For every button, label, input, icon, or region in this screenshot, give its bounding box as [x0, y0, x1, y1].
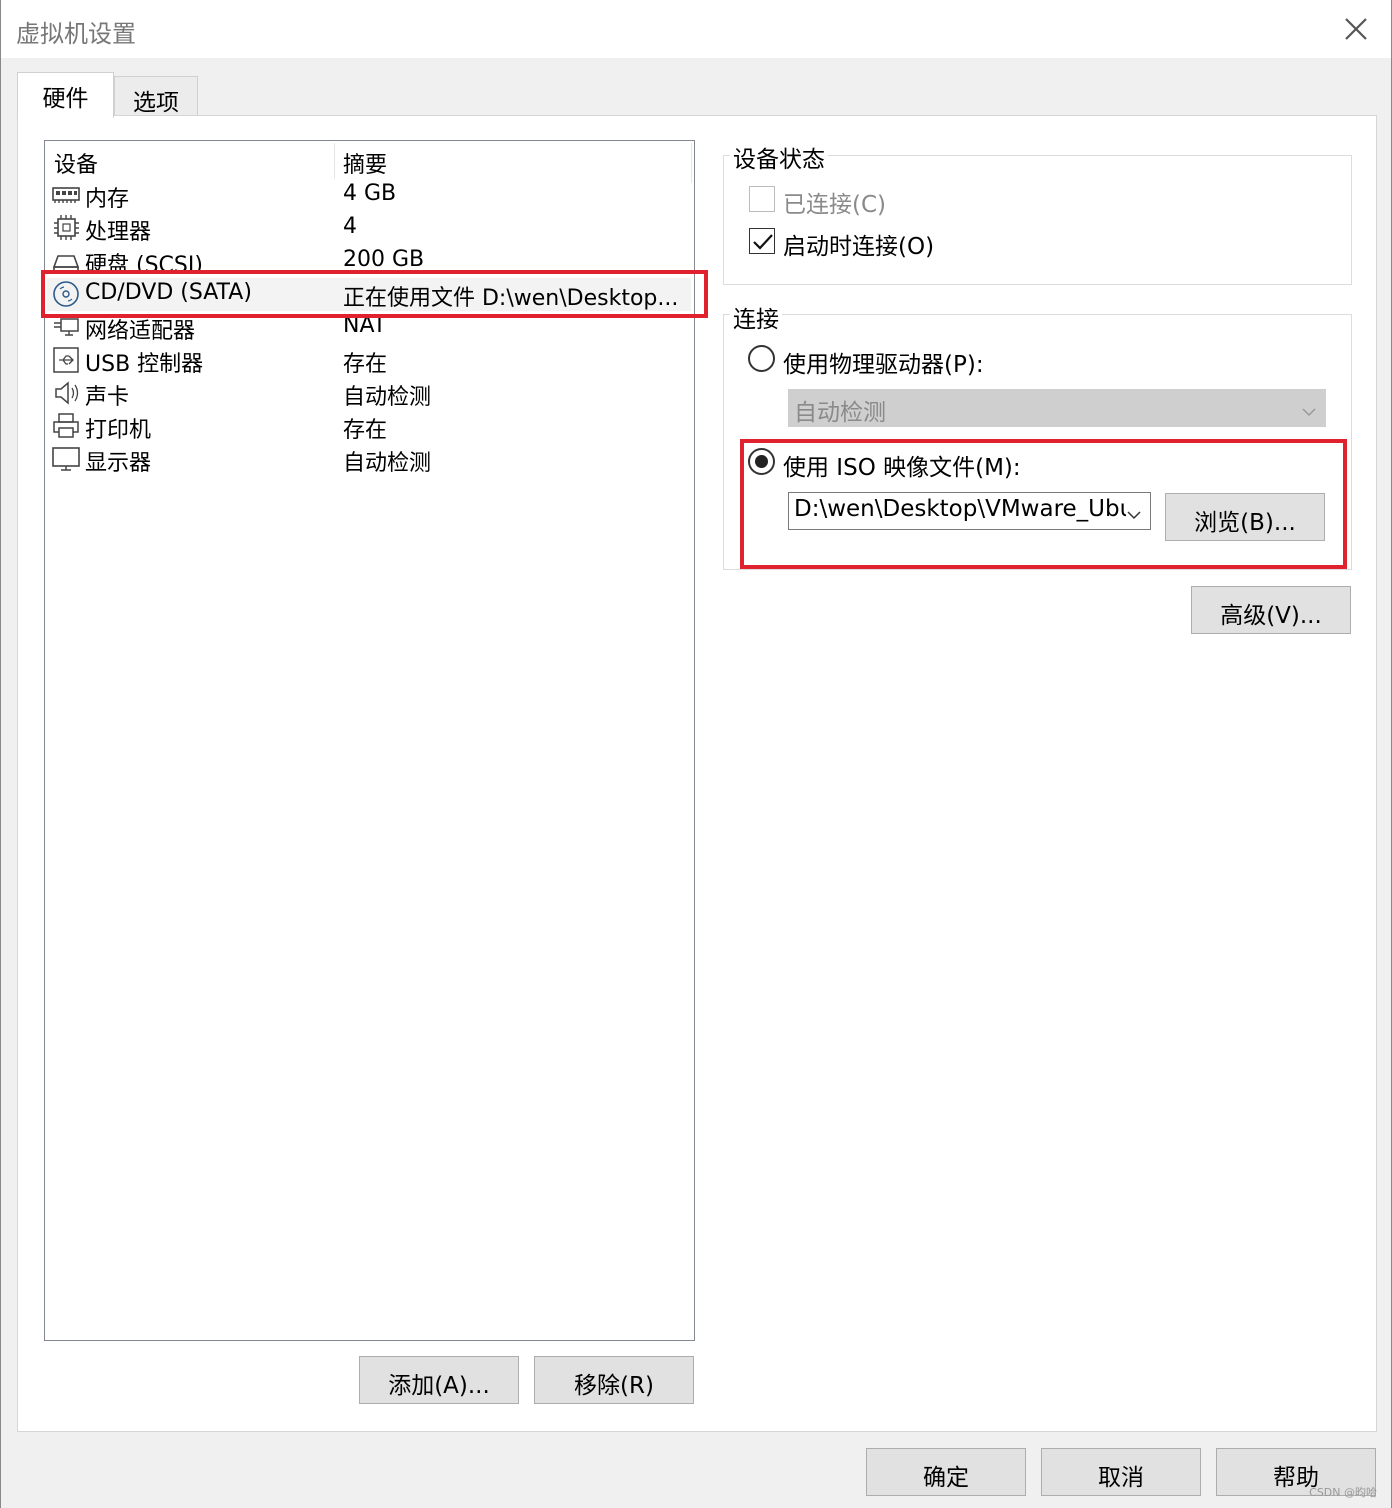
connect-at-power-on-checkbox[interactable]	[749, 228, 775, 254]
device-name: 硬盘 (SCSI)	[85, 253, 203, 273]
display-icon	[51, 445, 81, 473]
device-row-cd-dvd[interactable]: CD/DVD (SATA) 正在使用文件 D:\wen\Desktop...	[47, 278, 691, 311]
device-name: 声卡	[85, 385, 130, 410]
device-row-memory[interactable]: 内存 4 GB	[47, 179, 691, 212]
device-name: 网络适配器	[85, 319, 196, 344]
printer-icon	[51, 412, 81, 440]
physical-drive-radio[interactable]	[748, 345, 775, 372]
tab-options[interactable]: 选项	[114, 76, 198, 116]
device-summary: 存在	[343, 352, 388, 377]
device-summary: 自动检测	[343, 451, 432, 476]
title-bar: 虚拟机设置	[1, 0, 1391, 58]
add-device-button[interactable]: 添加(A)...	[359, 1356, 519, 1404]
connected-checkbox[interactable]	[749, 186, 775, 212]
device-summary: 正在使用文件 D:\wen\Desktop...	[343, 286, 679, 311]
advanced-button[interactable]: 高级(V)...	[1191, 586, 1351, 634]
iso-path-value: D:\wen\Desktop\VMware_Ubu	[794, 496, 1135, 522]
column-header-device[interactable]: 设备	[54, 147, 98, 179]
device-status-group	[723, 155, 1352, 285]
cancel-button[interactable]: 取消	[1041, 1448, 1201, 1496]
device-row-printer[interactable]: 打印机 存在	[47, 410, 691, 443]
device-summary: 自动检测	[343, 385, 432, 410]
device-summary: 存在	[343, 418, 388, 443]
column-divider-right	[691, 143, 692, 183]
device-name: CD/DVD (SATA)	[85, 280, 252, 305]
iso-image-label: 使用 ISO 映像文件(M):	[783, 455, 1021, 481]
device-row-sound-card[interactable]: 声卡 自动检测	[47, 377, 691, 410]
device-name: 处理器	[85, 220, 152, 245]
device-list[interactable]: 设备 摘要 内存 4 GB 处理器 4 硬盘 (SCSI) 200 GB CD/…	[44, 140, 695, 1341]
iso-path-combo[interactable]: D:\wen\Desktop\VMware_Ubu	[788, 492, 1151, 530]
watermark: CSDN @昀哈	[1309, 1486, 1377, 1499]
chevron-down-icon	[1301, 400, 1317, 417]
remove-device-button[interactable]: 移除(R)	[534, 1356, 694, 1404]
ok-button[interactable]: 确定	[866, 1448, 1026, 1496]
device-summary: 4	[343, 214, 357, 239]
chevron-down-icon[interactable]	[1126, 503, 1142, 520]
memory-icon	[51, 181, 81, 209]
window-title: 虚拟机设置	[16, 20, 136, 48]
device-row-processor[interactable]: 处理器 4	[47, 212, 691, 245]
processor-icon	[51, 214, 81, 242]
device-row-hard-disk[interactable]: 硬盘 (SCSI) 200 GB	[47, 245, 691, 273]
connection-label: 连接	[730, 300, 782, 334]
column-header-summary[interactable]: 摘要	[343, 147, 387, 179]
tab-options-label: 选项	[133, 90, 179, 116]
device-row-usb[interactable]: USB 控制器 存在	[47, 344, 691, 377]
browse-button[interactable]: 浏览(B)...	[1165, 493, 1325, 541]
radio-selected-dot	[755, 455, 768, 468]
physical-drive-select[interactable]: 自动检测	[788, 389, 1326, 427]
hard-disk-icon	[51, 247, 81, 273]
network-adapter-icon	[51, 313, 81, 341]
device-name: 显示器	[85, 451, 152, 476]
cd-dvd-icon	[51, 280, 81, 308]
physical-drive-value: 自动检测	[794, 400, 886, 426]
usb-icon	[51, 346, 81, 374]
connect-at-power-on-label: 启动时连接(O)	[783, 234, 935, 260]
tab-hardware-label: 硬件	[42, 86, 89, 112]
device-name: 打印机	[85, 418, 152, 443]
column-divider[interactable]	[334, 143, 335, 179]
vm-settings-dialog: 虚拟机设置 硬件 选项 设备 摘要 内存 4 GB 处理器 4 硬盘 (SCSI…	[0, 0, 1392, 1508]
device-row-network-adapter[interactable]: 网络适配器 NAT	[47, 311, 691, 344]
physical-drive-label: 使用物理驱动器(P):	[783, 352, 984, 378]
tab-hardware[interactable]: 硬件	[17, 72, 114, 118]
device-status-label: 设备状态	[730, 140, 828, 174]
checkmark-icon	[753, 234, 773, 250]
device-row-display[interactable]: 显示器 自动检测	[47, 443, 691, 476]
connected-label: 已连接(C)	[783, 192, 887, 218]
device-name: 内存	[85, 187, 130, 212]
device-summary: NAT	[343, 313, 387, 338]
iso-image-radio[interactable]	[748, 448, 775, 475]
device-name: USB 控制器	[85, 352, 204, 377]
device-summary: 4 GB	[343, 181, 397, 206]
close-icon[interactable]	[1339, 12, 1373, 46]
device-summary: 200 GB	[343, 247, 425, 272]
sound-card-icon	[51, 379, 81, 407]
